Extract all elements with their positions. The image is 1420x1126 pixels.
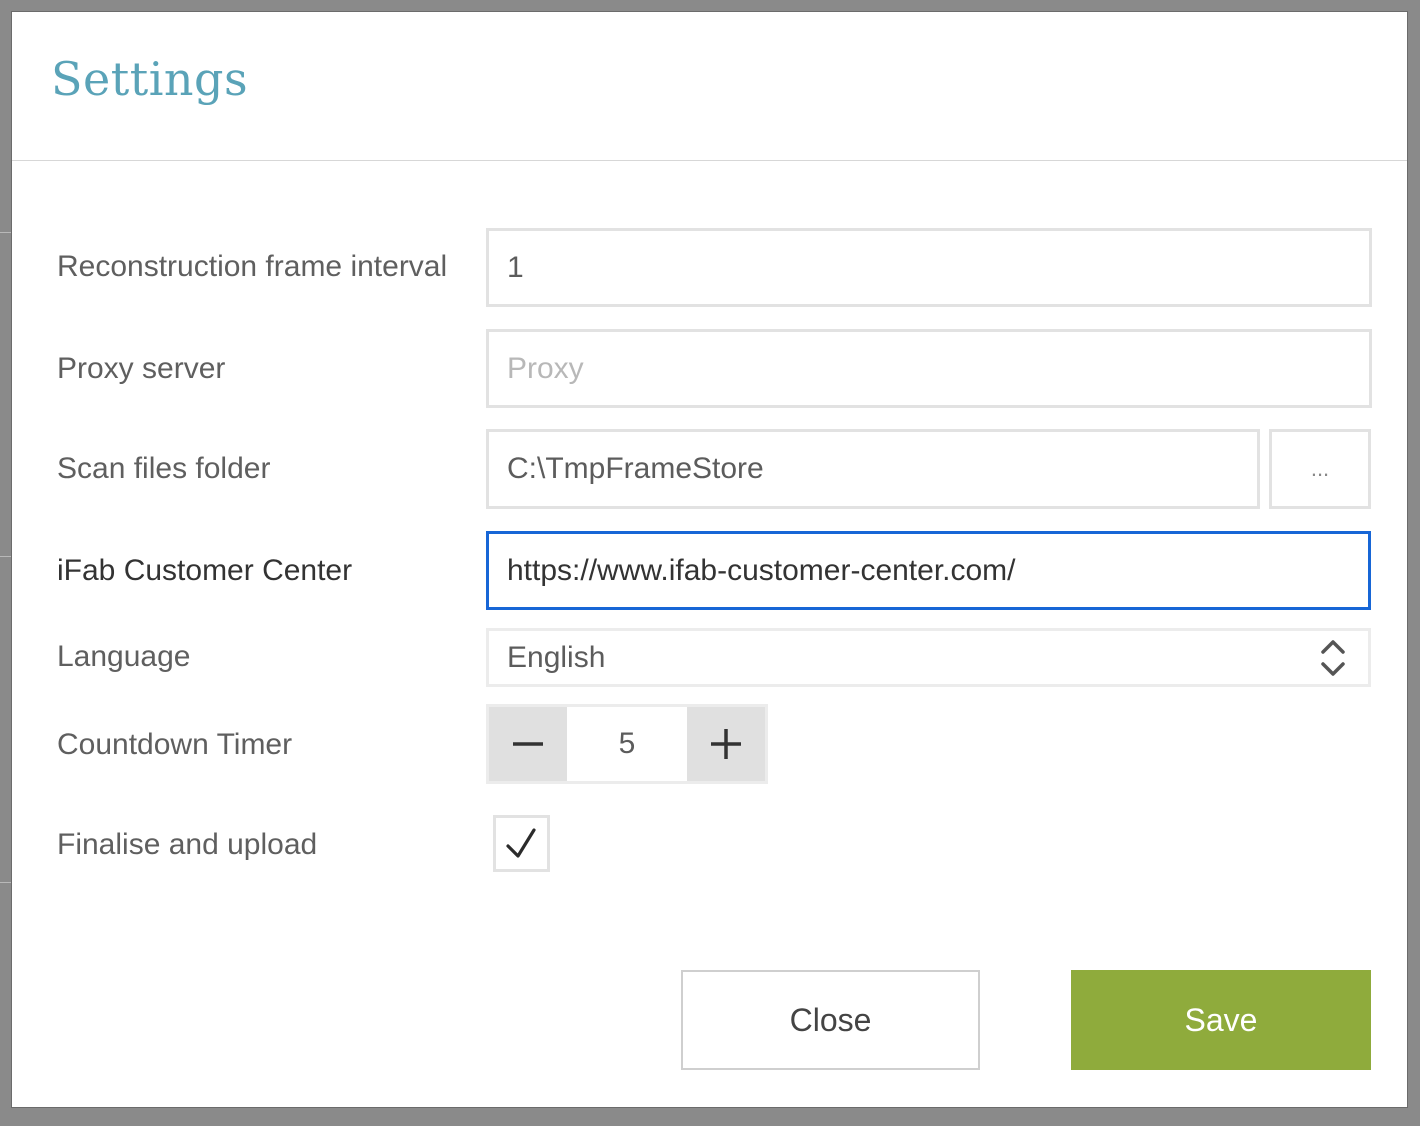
customer-center-label: iFab Customer Center: [57, 554, 353, 587]
countdown-timer-label: Countdown Timer: [57, 728, 293, 761]
reconstruction-frame-interval-label: Reconstruction frame interval: [57, 250, 448, 283]
reconstruction-frame-interval-input[interactable]: [486, 228, 1372, 307]
customer-center-url-input[interactable]: [486, 531, 1371, 610]
minus-icon: [513, 742, 543, 746]
settings-dialog: Settings Reconstruction frame interval P…: [11, 11, 1408, 1108]
proxy-server-input[interactable]: [486, 329, 1372, 408]
language-select[interactable]: English: [486, 628, 1371, 687]
stepper-decrement-button[interactable]: [489, 707, 567, 781]
proxy-server-label: Proxy server: [57, 352, 226, 385]
checkmark-icon: [506, 828, 536, 858]
save-button[interactable]: Save: [1071, 970, 1371, 1070]
language-label: Language: [57, 640, 191, 673]
countdown-timer-stepper: 5: [486, 704, 768, 784]
finalise-and-upload-checkbox[interactable]: [493, 815, 550, 872]
stepper-increment-button[interactable]: [687, 707, 765, 781]
finalise-and-upload-label: Finalise and upload: [57, 828, 318, 861]
scan-files-folder-input[interactable]: [486, 429, 1260, 509]
dialog-header: Settings: [12, 12, 1407, 161]
plus-icon: [711, 729, 741, 759]
close-button[interactable]: Close: [681, 970, 980, 1070]
browse-folder-button[interactable]: ...: [1269, 429, 1371, 509]
countdown-timer-value[interactable]: 5: [567, 707, 687, 781]
language-selected-value: English: [507, 641, 606, 674]
chevron-up-down-icon: [1321, 640, 1345, 676]
scan-files-folder-label: Scan files folder: [57, 452, 271, 485]
ellipsis-icon: ...: [1310, 456, 1330, 481]
dialog-title: Settings: [51, 52, 249, 106]
